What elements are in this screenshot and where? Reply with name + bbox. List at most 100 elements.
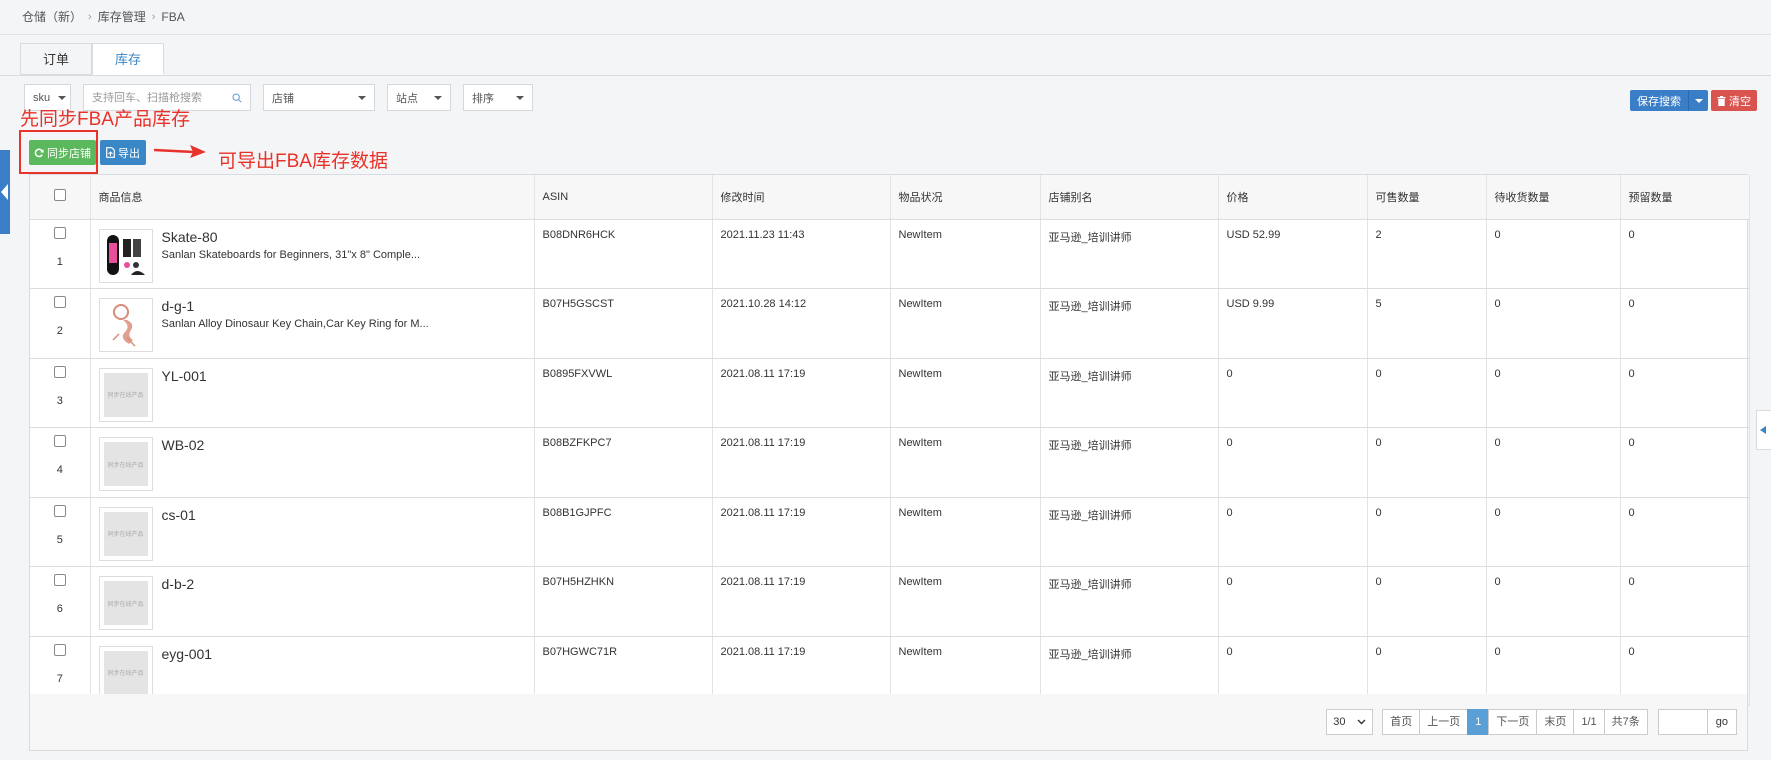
breadcrumb-warehouse[interactable]: 仓储（新） xyxy=(22,8,82,25)
product-thumbnail[interactable]: 同步在线产品 xyxy=(98,437,153,491)
save-search-button[interactable]: 保存搜索 xyxy=(1630,90,1708,111)
annotation-arrow-icon xyxy=(154,145,206,158)
clear-label: 清空 xyxy=(1729,95,1751,108)
chevron-right-icon: › xyxy=(151,10,156,23)
product-sku[interactable]: d-b-2 xyxy=(162,576,195,592)
row-checkbox[interactable] xyxy=(53,504,66,517)
product-sku[interactable]: eyg-001 xyxy=(162,646,213,662)
keychain-thumb-image xyxy=(111,304,136,347)
first-page-button[interactable]: 首页 xyxy=(1382,709,1421,735)
placeholder-image: 同步在线产品 xyxy=(103,581,148,625)
go-button[interactable]: go xyxy=(1706,709,1737,735)
prev-page-button[interactable]: 上一页 xyxy=(1419,709,1469,735)
product-thumbnail[interactable]: 同步在线产品 xyxy=(98,645,153,700)
pending-qty-cell: 0 xyxy=(1486,288,1621,359)
price-cell: 0 xyxy=(1218,497,1368,567)
reserved-qty-cell: 0 xyxy=(1620,288,1750,359)
page-buttons: 首页 上一页 1 下一页 末页 1/1 共7条 xyxy=(1382,709,1648,735)
page-size-value: 30 xyxy=(1333,716,1346,728)
shop-select-value: 店铺 xyxy=(272,92,294,105)
next-page-button[interactable]: 下一页 xyxy=(1488,709,1538,735)
caret-down-icon xyxy=(58,95,67,100)
sync-shop-button[interactable]: 同步店铺 xyxy=(29,140,96,165)
export-button[interactable]: 导出 xyxy=(100,140,146,165)
row-number: 2 xyxy=(56,325,63,337)
search-input[interactable] xyxy=(92,91,232,104)
breadcrumb-inventory[interactable]: 库存管理 xyxy=(98,8,146,25)
row-select-cell: 3 xyxy=(30,358,91,428)
header-pending-qty: 待收货数量 xyxy=(1486,175,1621,220)
row-checkbox[interactable] xyxy=(53,435,66,447)
placeholder-image: 同步在线产品 xyxy=(103,650,148,695)
last-page-button[interactable]: 末页 xyxy=(1536,709,1575,735)
product-thumbnail[interactable] xyxy=(98,298,153,352)
row-checkbox[interactable] xyxy=(53,226,66,239)
save-search-dropdown[interactable] xyxy=(1688,90,1708,111)
shop-alias-cell: 亚马逊_培训讲师 xyxy=(1040,497,1219,567)
pending-qty-cell: 0 xyxy=(1486,566,1621,637)
product-thumbnail[interactable]: 同步在线产品 xyxy=(98,576,153,630)
page-size-select[interactable]: 30 xyxy=(1326,709,1374,735)
modified-time-cell: 2021.08.11 17:19 xyxy=(712,566,891,637)
row-select-cell: 6 xyxy=(30,566,91,637)
clear-button[interactable]: 清空 xyxy=(1711,90,1757,111)
page-1-button[interactable]: 1 xyxy=(1467,709,1490,735)
price-cell: 0 xyxy=(1218,566,1368,637)
pending-qty-cell: 0 xyxy=(1486,358,1621,428)
product-thumbnail[interactable] xyxy=(98,228,153,283)
table-row: 2 d-g-1 Sanlan Alloy Dinosaur Key Chain,Ca… xyxy=(30,288,1750,359)
pending-qty-cell: 0 xyxy=(1486,497,1621,567)
product-sku[interactable]: Skate-80 xyxy=(162,229,421,245)
header-asin: ASIN xyxy=(534,175,713,220)
table-row: 4 同步在线产品 WB-02 B08BZFKPC7 2021.08.11 17:19 Ne… xyxy=(30,427,1750,498)
right-panel-toggle[interactable] xyxy=(1756,410,1771,450)
shop-alias-cell: 亚马逊_培训讲师 xyxy=(1040,288,1219,359)
modified-time-cell: 2021.08.11 17:19 xyxy=(712,427,891,498)
asin-cell: B0895FXVWL xyxy=(534,358,713,428)
reserved-qty-cell: 0 xyxy=(1620,219,1750,289)
sort-select[interactable]: 排序 xyxy=(463,84,533,111)
product-thumbnail[interactable]: 同步在线产品 xyxy=(98,506,153,561)
page-jump-input[interactable] xyxy=(1657,709,1708,735)
row-checkbox[interactable] xyxy=(53,365,66,378)
product-sku[interactable]: cs-01 xyxy=(162,507,196,523)
page-indicator: 1/1 xyxy=(1573,709,1605,735)
placeholder-image: 同步在线产品 xyxy=(103,511,148,556)
sellable-qty-cell: 2 xyxy=(1367,219,1487,289)
price-cell: USD 52.99 xyxy=(1218,219,1368,289)
annotation-export-note: 可导出FBA库存数据 xyxy=(218,151,388,172)
product-thumbnail[interactable]: 同步在线产品 xyxy=(98,367,153,422)
save-search-label: 保存搜索 xyxy=(1637,95,1681,108)
sellable-qty-cell: 0 xyxy=(1367,358,1487,428)
select-all-checkbox[interactable] xyxy=(53,189,66,202)
refresh-icon xyxy=(34,148,44,157)
shop-alias-cell: 亚马逊_培训讲师 xyxy=(1040,219,1219,289)
condition-cell: NewItem xyxy=(890,358,1041,428)
site-select[interactable]: 站点 xyxy=(387,84,451,111)
tab-inventory[interactable]: 库存 xyxy=(92,43,165,75)
row-number: 6 xyxy=(56,603,63,615)
modified-time-cell: 2021.08.11 17:19 xyxy=(712,358,891,428)
shop-alias-cell: 亚马逊_培训讲师 xyxy=(1040,427,1219,498)
row-checkbox[interactable] xyxy=(53,574,66,586)
product-info-cell: 同步在线产品 cs-01 xyxy=(90,497,535,567)
row-select-cell: 2 xyxy=(30,288,91,359)
sort-select-value: 排序 xyxy=(472,92,494,105)
product-sku[interactable]: YL-001 xyxy=(162,368,207,384)
asin-cell: B08DNR6HCK xyxy=(534,219,713,289)
sync-shop-label: 同步店铺 xyxy=(47,147,91,160)
product-info-cell: 同步在线产品 WB-02 xyxy=(90,427,535,498)
search-icon[interactable] xyxy=(232,92,242,104)
price-cell: USD 9.99 xyxy=(1218,288,1368,359)
row-number: 3 xyxy=(56,394,63,407)
header-sellable-qty: 可售数量 xyxy=(1367,175,1487,220)
caret-down-icon xyxy=(358,95,366,100)
sidebar-collapse-toggle[interactable] xyxy=(0,150,10,234)
row-checkbox[interactable] xyxy=(53,643,66,656)
row-checkbox[interactable] xyxy=(53,296,66,308)
shop-select[interactable]: 店铺 xyxy=(263,84,375,111)
tab-orders[interactable]: 订单 xyxy=(20,43,93,75)
product-sku[interactable]: WB-02 xyxy=(162,437,205,453)
product-sku[interactable]: d-g-1 xyxy=(162,298,429,314)
sellable-qty-cell: 0 xyxy=(1367,497,1487,567)
